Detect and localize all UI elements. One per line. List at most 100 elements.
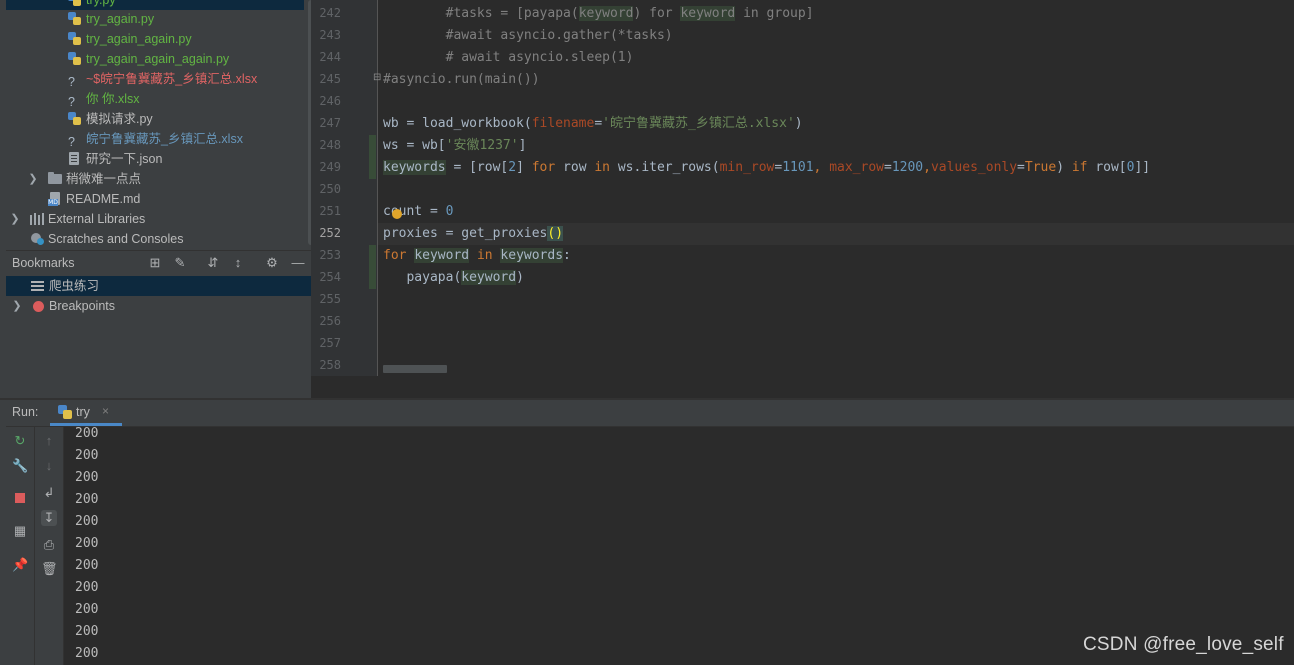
rerun-icon[interactable]: ↻	[12, 433, 28, 449]
gear-icon[interactable]: ⚙	[264, 255, 280, 271]
tree-item[interactable]: ❯ External Libraries	[6, 209, 304, 229]
line-number[interactable]: 251	[311, 204, 341, 218]
tree-item[interactable]: ? ~$皖宁鲁冀藏苏_乡镇汇总.xlsx	[6, 69, 304, 89]
scroll-to-end-icon[interactable]: ↧	[41, 510, 57, 526]
tree-item[interactable]: try_again_again.py	[6, 29, 304, 49]
watermark: CSDN @free_love_self	[1083, 634, 1284, 655]
output-line: 200	[75, 580, 99, 595]
line-number[interactable]: 248	[311, 138, 341, 152]
line-number[interactable]: 255	[311, 292, 341, 306]
run-tab-label: try	[76, 405, 90, 419]
output-line: 200	[75, 470, 99, 485]
chevron-right-icon[interactable]: ❯	[12, 296, 22, 316]
line-number[interactable]: 242	[311, 6, 341, 20]
python-icon	[58, 405, 72, 419]
line-number[interactable]: 247	[311, 116, 341, 130]
tree-item[interactable]: try_again_again_again.py	[6, 49, 304, 69]
bookmarks-list: 爬虫练习 ❯ Breakpoints	[6, 276, 311, 398]
print-icon[interactable]: ⎙	[41, 537, 57, 553]
horizontal-scrollbar[interactable]	[383, 365, 447, 373]
bookmark-item-breakpoints[interactable]: ❯ Breakpoints	[6, 296, 311, 316]
line-number[interactable]: 252	[311, 226, 341, 240]
fold-icon[interactable]: ⊟	[373, 72, 381, 83]
vcs-change-marker[interactable]	[369, 245, 376, 289]
tree-item[interactable]: 研究一下.json	[6, 149, 304, 169]
line-number[interactable]: 246	[311, 94, 341, 108]
trash-icon[interactable]: 🗑	[41, 561, 58, 577]
tree-item[interactable]: ? 你 你.xlsx	[6, 89, 304, 109]
collapse-all-icon[interactable]: ↕	[230, 255, 246, 271]
arrow-up-icon[interactable]: ↑	[41, 433, 57, 449]
tree-item[interactable]: ❯ 稍微难一点点	[6, 169, 304, 189]
python-file-icon	[68, 12, 82, 26]
layout-icon[interactable]: ▦	[12, 523, 28, 539]
line-number[interactable]: 249	[311, 160, 341, 174]
close-icon[interactable]: ×	[102, 404, 109, 418]
line-number[interactable]: 258	[311, 358, 341, 372]
pin-icon[interactable]: 📌	[12, 557, 28, 573]
lightbulb-icon[interactable]	[392, 209, 402, 219]
excel-file-icon: ?	[68, 135, 75, 149]
tree-item-label: try_again.py	[86, 12, 155, 26]
output-line: 200	[75, 536, 99, 551]
edit-icon[interactable]: ✎	[172, 255, 188, 271]
vcs-change-marker[interactable]	[369, 135, 376, 179]
bookmark-label: 爬虫练习	[49, 279, 100, 293]
chevron-right-icon[interactable]: ❯	[10, 209, 20, 229]
line-number[interactable]: 257	[311, 336, 341, 350]
excel-file-icon: ?	[68, 95, 75, 109]
list-icon	[31, 281, 45, 292]
tree-item[interactable]: Scratches and Consoles	[6, 229, 304, 249]
tree-item[interactable]: 模拟请求.py	[6, 109, 304, 129]
code-line-244: # await asyncio.sleep(1)	[445, 50, 634, 65]
minimize-icon[interactable]: —	[290, 255, 306, 271]
wrench-icon[interactable]: 🔧	[12, 458, 28, 474]
output-line: 200	[75, 558, 99, 573]
add-bookmark-icon[interactable]: ⊞	[147, 255, 163, 271]
tree-item[interactable]: ? 皖宁鲁冀藏苏_乡镇汇总.xlsx	[6, 129, 304, 149]
run-panel-header: Run: try ×	[6, 400, 1294, 427]
line-number[interactable]: 245	[311, 72, 341, 86]
code-editor[interactable]: 242 243 244 245 246 247 248 249 250 251 252 253 254 2…	[311, 0, 1294, 376]
code-line-242: #tasks = [payapa(keyword) for keyword in…	[445, 6, 814, 21]
active-tab-indicator	[50, 423, 122, 426]
bookmark-item-spider-practice[interactable]: 爬虫练习	[6, 276, 311, 296]
code-line-248: ws = wb['安徽1237']	[383, 138, 527, 153]
tree-item[interactable]: MD README.md	[6, 189, 304, 209]
line-number[interactable]: 243	[311, 28, 341, 42]
run-toolbar-secondary: ↑ ↓ ↲ ↧ ⎙ 🗑	[35, 427, 64, 665]
chevron-right-icon[interactable]: ❯	[28, 169, 38, 189]
expand-all-icon[interactable]: ⇵	[205, 255, 221, 271]
tree-item[interactable]: try_again.py	[6, 9, 304, 29]
line-number[interactable]: 244	[311, 50, 341, 64]
arrow-down-icon[interactable]: ↓	[41, 458, 57, 474]
python-file-icon	[68, 112, 82, 126]
soft-wrap-icon[interactable]: ↲	[41, 485, 57, 501]
breakpoint-icon	[33, 301, 44, 312]
project-tree: try.py try_again.py try_again_again.py try_…	[6, 0, 311, 250]
line-number[interactable]: 256	[311, 314, 341, 328]
bookmarks-title: Bookmarks	[12, 256, 75, 270]
python-file-icon	[68, 32, 82, 46]
tree-item-label: try_again_again.py	[86, 32, 192, 46]
tree-item-label: README.md	[66, 192, 141, 206]
code-line-254: payapa(keyword)	[406, 270, 524, 285]
tree-item-label: try_again_again_again.py	[86, 52, 230, 66]
python-file-icon	[68, 0, 82, 7]
bookmarks-header: Bookmarks ⊞ ✎ ⇵ ↕ ⚙ —	[6, 250, 311, 277]
line-number[interactable]: 250	[311, 182, 341, 196]
code-line-243: #await asyncio.gather(*tasks)	[445, 28, 673, 43]
scratches-icon	[30, 232, 44, 246]
stop-icon[interactable]	[12, 490, 28, 506]
output-line: 200	[75, 514, 99, 529]
output-line: 200	[75, 646, 99, 661]
tree-item-label: 模拟请求.py	[86, 112, 153, 126]
code-line-252: proxies = get_proxies()	[383, 226, 564, 241]
line-number[interactable]: 254	[311, 270, 341, 284]
tree-item-label: 稍微难一点点	[66, 172, 142, 186]
console-output[interactable]: 200 200 200 200 200 200 200 200 200 200 200	[64, 427, 1294, 665]
code-line-253: for keyword in keywords:	[383, 248, 571, 263]
line-number[interactable]: 253	[311, 248, 341, 262]
run-tab-try[interactable]: try ×	[50, 400, 122, 426]
output-line: 200	[75, 624, 99, 639]
